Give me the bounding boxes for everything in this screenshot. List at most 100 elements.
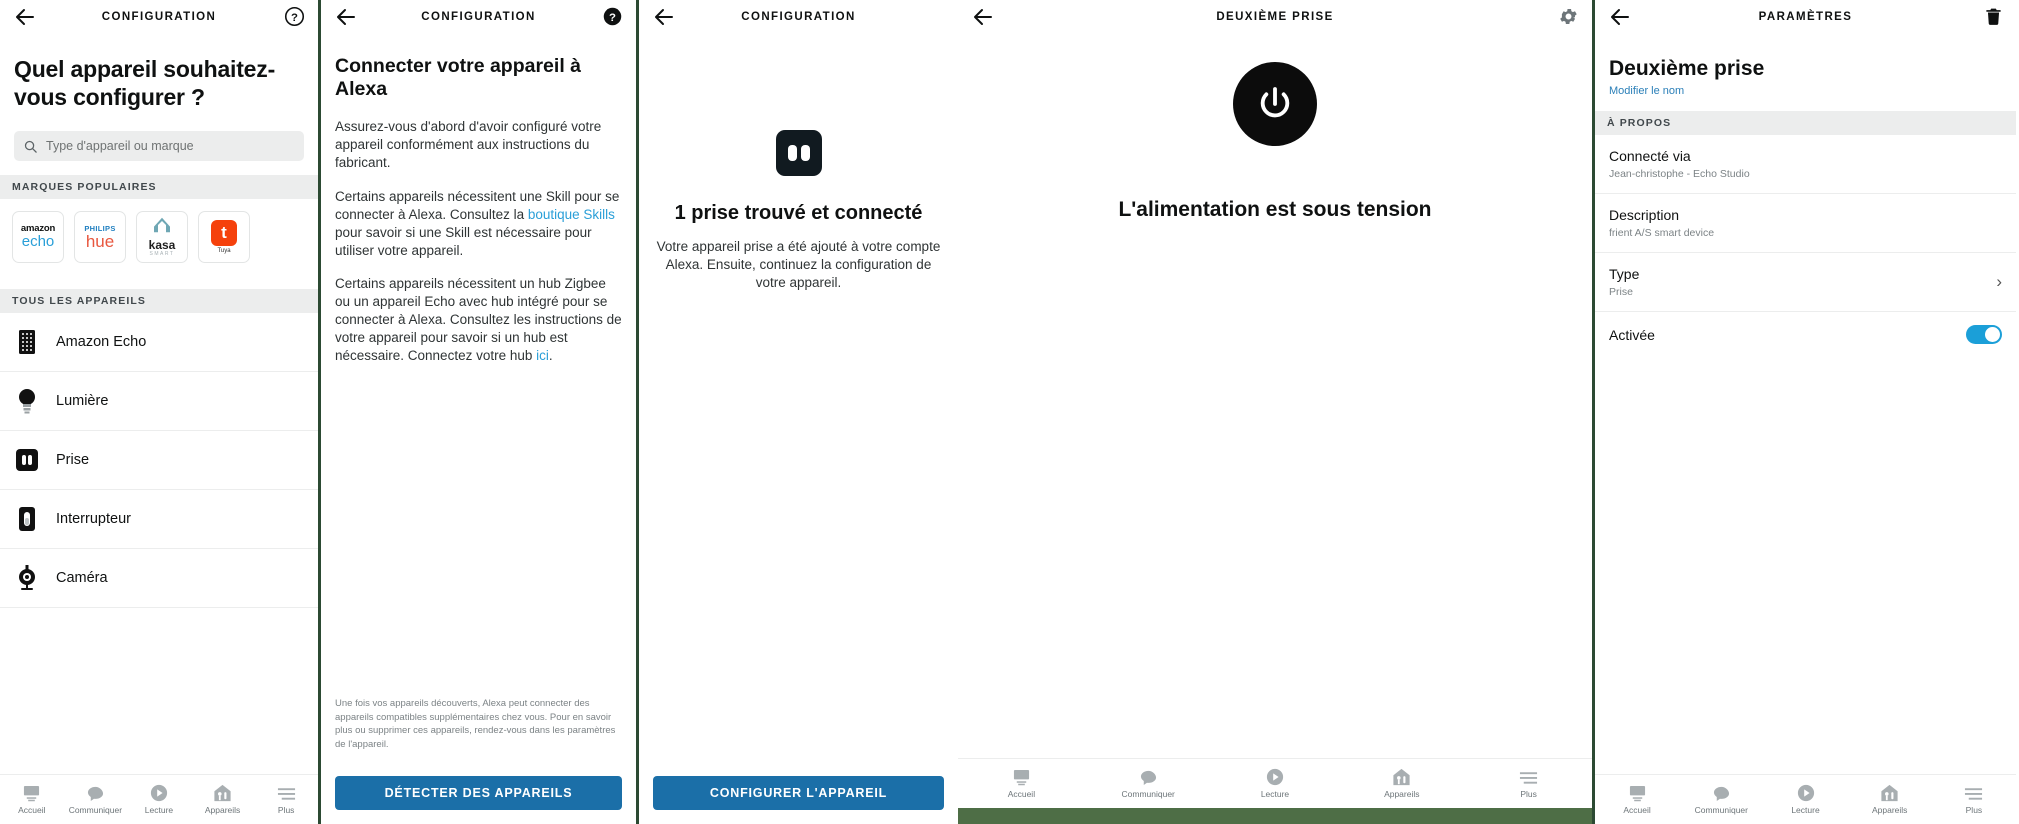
search-placeholder: Type d'appareil ou marque [46,139,194,154]
tuya-brand[interactable]: t Tuya [198,211,250,264]
nav-item-lecture[interactable]: Lecture [1212,768,1339,799]
setting-row-connected-via[interactable]: Connecté via Jean-christophe - Echo Stud… [1595,135,2016,194]
brand-list: amazon echo PHILIPS hue kasa SMART t Tuy… [0,199,318,275]
nav-label: Lecture [1260,789,1290,799]
back-icon[interactable] [1607,4,1633,30]
device-name-title: Deuxième prise [1609,57,1765,80]
setting-key: Description [1609,207,1680,223]
brand-line3: SMART [149,251,175,258]
enabled-toggle[interactable] [1966,325,2002,344]
nav-item-appareils[interactable]: Appareils [1848,784,1932,815]
trash-icon[interactable] [1982,5,2004,29]
camera-icon [14,563,40,593]
nav-item-appareils[interactable]: Appareils [191,784,255,815]
panel-device-type-chooser: CONFIGURATION ? Quel appareil souhaitez-… [0,0,318,824]
nav-label: Plus [277,805,295,815]
speech-bubble-icon [1711,784,1731,802]
power-button-icon[interactable] [1233,62,1317,146]
setting-key: Type [1609,266,1640,282]
hub-link[interactable]: ici [536,348,549,363]
nav-item-accueil[interactable]: Accueil [1595,784,1679,815]
nav-label: Communiquer [1694,805,1748,815]
nav-label: Communiquer [1121,789,1175,799]
nav-item-plus[interactable]: Plus [1465,768,1592,799]
nav-item-lecture[interactable]: Lecture [127,784,191,815]
panel4-title: DEUXIÈME PRISE [1216,10,1334,23]
panel3-header: CONFIGURATION [639,0,958,33]
para3-text-b: . [548,348,553,364]
panel2-title: CONFIGURATION [421,10,536,23]
configure-device-button[interactable]: CONFIGURER L'APPAREIL [653,776,944,810]
kasa-brand[interactable]: kasa SMART [136,211,188,264]
panel1-title: CONFIGURATION [101,10,217,23]
nav-item-plus[interactable]: Plus [1932,784,2016,815]
nav-label: Lecture [1791,805,1820,815]
nav-item-communiquer[interactable]: Communiquer [64,784,128,815]
panel-device-settings: PARAMÈTRES Deuxième prise Modifier le no… [1592,0,2016,824]
setting-key: Connecté via [1609,148,1691,164]
nav-label: Accueil [1623,805,1651,815]
devices-icon [1392,768,1412,786]
play-icon [1265,768,1285,786]
help-circle-filled-icon[interactable]: ? [600,5,624,29]
bottom-nav: Accueil Communiquer Lecture Appareils Pl… [0,774,318,824]
panel5-header: PARAMÈTRES [1595,0,2016,33]
found-subtext: Votre appareil prise a été ajouté à votr… [656,239,941,290]
more-menu-icon [1519,768,1539,786]
back-icon[interactable] [12,4,38,30]
nav-label: Communiquer [68,805,123,815]
page-title: Connecter votre appareil à Alexa [335,55,581,101]
bottom-nav: Accueil Communiquer Lecture Appareils Pl… [958,758,1592,808]
setting-value: Prise [1609,286,1633,298]
setting-row-type[interactable]: Type Prise › [1595,253,2016,312]
chevron-right-icon: › [1996,272,2002,291]
device-label: Prise [56,452,90,469]
paragraph-3: Certains appareils nécessitent un hub Zi… [321,275,636,365]
device-row-lumiere[interactable]: Lumière [0,372,318,432]
all-devices-header: TOUS LES APPAREILS [0,289,318,314]
nav-item-accueil[interactable]: Accueil [958,768,1085,799]
gear-icon[interactable] [1556,5,1580,29]
plug-outlet-icon [775,130,822,176]
edit-name-link[interactable]: Modifier le nom [1595,81,2016,97]
nav-item-plus[interactable]: Plus [254,784,318,815]
devices-icon [213,784,233,802]
svg-text:?: ? [609,12,616,24]
setting-row-description[interactable]: Description frient A/S smart device [1595,194,2016,253]
setting-text: Description frient A/S smart device [1609,207,1714,239]
green-edge-bar [958,808,1592,824]
brand-line3: Tuya [217,248,231,255]
power-state-block: L'alimentation est sous tension [958,62,1592,222]
detect-devices-button[interactable]: DÉTECTER DES APPAREILS [335,776,622,810]
kasa-logo-icon [152,217,172,238]
nav-item-lecture[interactable]: Lecture [1763,784,1847,815]
nav-label: Appareils [1384,789,1420,799]
search-input[interactable]: Type d'appareil ou marque [14,131,304,162]
device-row-prise[interactable]: Prise [0,431,318,491]
amazon-echo-brand[interactable]: amazon echo [12,211,64,264]
echo-speaker-icon [14,327,40,357]
back-icon[interactable] [333,4,359,30]
play-icon [149,784,169,802]
device-row-amazon-echo[interactable]: Amazon Echo [0,313,318,373]
nav-item-accueil[interactable]: Accueil [0,784,64,815]
setting-row-activee[interactable]: Activée [1595,312,2016,357]
nav-label: Accueil [18,805,46,815]
brand-line2: kasa [148,238,176,253]
screenshot-root: CONFIGURATION ? Quel appareil souhaitez-… [0,0,2019,824]
disclaimer-text: Une fois vos appareils découverts, Alexa… [335,697,616,751]
help-circle-icon[interactable]: ? [282,5,306,29]
about-section-header: À PROPOS [1595,111,2016,135]
nav-item-communiquer[interactable]: Communiquer [1085,768,1212,799]
nav-item-communiquer[interactable]: Communiquer [1679,784,1763,815]
device-row-interrupteur[interactable]: Interrupteur [0,490,318,550]
play-icon [1796,784,1816,802]
device-row-camera[interactable]: Caméra [0,549,318,609]
panel1-header: CONFIGURATION ? [0,0,318,33]
back-icon[interactable] [970,4,996,30]
back-icon[interactable] [651,4,677,30]
device-label: Lumière [56,393,109,410]
skills-store-link[interactable]: boutique Skills [528,207,615,222]
nav-item-appareils[interactable]: Appareils [1338,768,1465,799]
philips-hue-brand[interactable]: PHILIPS hue [74,211,126,264]
